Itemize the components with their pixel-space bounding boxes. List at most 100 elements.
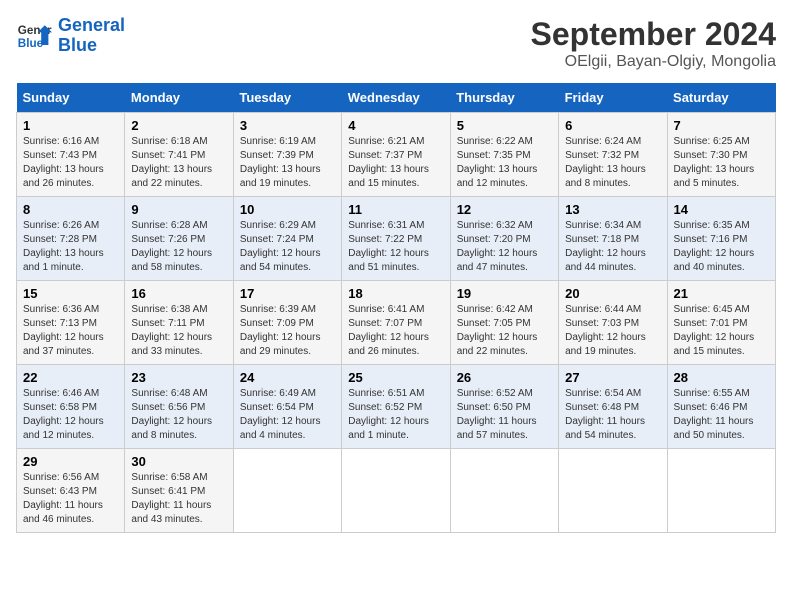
logo-text: GeneralBlue [58,16,125,56]
day-detail: Sunrise: 6:31 AMSunset: 7:22 PMDaylight:… [348,219,443,275]
day-number: 10 [240,202,335,217]
calendar-cell: 12Sunrise: 6:32 AMSunset: 7:20 PMDayligh… [450,197,558,281]
day-detail: Sunrise: 6:52 AMSunset: 6:50 PMDaylight:… [457,387,552,443]
day-number: 15 [23,286,118,301]
page-header: General Blue GeneralBlue September 2024 … [16,16,776,71]
day-detail: Sunrise: 6:42 AMSunset: 7:05 PMDaylight:… [457,303,552,359]
calendar-cell: 3 Sunrise: 6:19 AMSunset: 7:39 PMDaylight… [233,113,341,197]
day-number: 20 [565,286,660,301]
day-number: 19 [457,286,552,301]
calendar-week-row: 29 Sunrise: 6:56 AMSunset: 6:43 PMDayligh… [17,449,776,533]
svg-text:Blue: Blue [18,37,44,50]
calendar-cell: 9Sunrise: 6:28 AMSunset: 7:26 PMDaylight… [125,197,233,281]
calendar-table: SundayMondayTuesdayWednesdayThursdayFrid… [16,83,776,533]
day-number: 2 [131,118,226,133]
calendar-cell: 30 Sunrise: 6:58 AMSunset: 6:41 PMDayligh… [125,449,233,533]
day-detail: Sunrise: 6:26 AMSunset: 7:28 PMDaylight:… [23,219,118,275]
day-header-tuesday: Tuesday [233,83,341,113]
day-header-monday: Monday [125,83,233,113]
day-detail: Sunrise: 6:58 AMSunset: 6:41 PMDaylight:… [131,471,226,527]
calendar-week-row: 15 Sunrise: 6:36 AMSunset: 7:13 PMDayligh… [17,281,776,365]
calendar-cell: 23 Sunrise: 6:48 AMSunset: 6:56 PMDayligh… [125,365,233,449]
day-number: 21 [674,286,769,301]
day-number: 1 [23,118,118,133]
calendar-cell: 13 Sunrise: 6:34 AMSunset: 7:18 PMDayligh… [559,197,667,281]
day-detail: Sunrise: 6:54 AMSunset: 6:48 PMDaylight:… [565,387,660,443]
day-detail: Sunrise: 6:24 AMSunset: 7:32 PMDaylight:… [565,135,660,191]
day-number: 18 [348,286,443,301]
day-number: 11 [348,202,443,217]
day-detail: Sunrise: 6:34 AMSunset: 7:18 PMDaylight:… [565,219,660,275]
day-detail: Sunrise: 6:45 AMSunset: 7:01 PMDaylight:… [674,303,769,359]
day-number: 4 [348,118,443,133]
logo: General Blue GeneralBlue [16,16,125,56]
calendar-cell: 6 Sunrise: 6:24 AMSunset: 7:32 PMDaylight… [559,113,667,197]
calendar-header-row: SundayMondayTuesdayWednesdayThursdayFrid… [17,83,776,113]
calendar-cell: 7 Sunrise: 6:25 AMSunset: 7:30 PMDaylight… [667,113,775,197]
calendar-cell: 1Sunrise: 6:16 AMSunset: 7:43 PMDaylight… [17,113,125,197]
day-detail: Sunrise: 6:22 AMSunset: 7:35 PMDaylight:… [457,135,552,191]
day-number: 6 [565,118,660,133]
day-detail: Sunrise: 6:36 AMSunset: 7:13 PMDaylight:… [23,303,118,359]
day-detail: Sunrise: 6:55 AMSunset: 6:46 PMDaylight:… [674,387,769,443]
day-header-sunday: Sunday [17,83,125,113]
calendar-week-row: 1Sunrise: 6:16 AMSunset: 7:43 PMDaylight… [17,113,776,197]
day-detail: Sunrise: 6:32 AMSunset: 7:20 PMDaylight:… [457,219,552,275]
calendar-cell: 10 Sunrise: 6:29 AMSunset: 7:24 PMDayligh… [233,197,341,281]
day-number: 16 [131,286,226,301]
day-detail: Sunrise: 6:19 AMSunset: 7:39 PMDaylight:… [240,135,335,191]
calendar-cell: 29 Sunrise: 6:56 AMSunset: 6:43 PMDayligh… [17,449,125,533]
day-number: 17 [240,286,335,301]
day-header-saturday: Saturday [667,83,775,113]
day-number: 27 [565,370,660,385]
day-header-friday: Friday [559,83,667,113]
day-detail: Sunrise: 6:48 AMSunset: 6:56 PMDaylight:… [131,387,226,443]
calendar-cell: 2Sunrise: 6:18 AMSunset: 7:41 PMDaylight… [125,113,233,197]
day-detail: Sunrise: 6:21 AMSunset: 7:37 PMDaylight:… [348,135,443,191]
day-number: 29 [23,454,118,469]
calendar-cell [667,449,775,533]
day-header-wednesday: Wednesday [342,83,450,113]
calendar-cell: 14Sunrise: 6:35 AMSunset: 7:16 PMDayligh… [667,197,775,281]
main-title: September 2024 [531,16,776,53]
day-detail: Sunrise: 6:49 AMSunset: 6:54 PMDaylight:… [240,387,335,443]
day-detail: Sunrise: 6:25 AMSunset: 7:30 PMDaylight:… [674,135,769,191]
calendar-cell: 11 Sunrise: 6:31 AMSunset: 7:22 PMDayligh… [342,197,450,281]
day-detail: Sunrise: 6:29 AMSunset: 7:24 PMDaylight:… [240,219,335,275]
calendar-cell: 4 Sunrise: 6:21 AMSunset: 7:37 PMDaylight… [342,113,450,197]
day-detail: Sunrise: 6:39 AMSunset: 7:09 PMDaylight:… [240,303,335,359]
calendar-cell: 22 Sunrise: 6:46 AMSunset: 6:58 PMDayligh… [17,365,125,449]
day-number: 8 [23,202,118,217]
calendar-week-row: 22 Sunrise: 6:46 AMSunset: 6:58 PMDayligh… [17,365,776,449]
day-detail: Sunrise: 6:51 AMSunset: 6:52 PMDaylight:… [348,387,443,443]
day-header-thursday: Thursday [450,83,558,113]
day-detail: Sunrise: 6:56 AMSunset: 6:43 PMDaylight:… [23,471,118,527]
day-number: 28 [674,370,769,385]
calendar-cell [559,449,667,533]
title-block: September 2024 OElgii, Bayan-Olgiy, Mong… [531,16,776,71]
day-number: 23 [131,370,226,385]
calendar-cell: 5 Sunrise: 6:22 AMSunset: 7:35 PMDaylight… [450,113,558,197]
day-number: 14 [674,202,769,217]
logo-icon: General Blue [16,18,52,54]
calendar-cell [233,449,341,533]
calendar-cell [342,449,450,533]
day-detail: Sunrise: 6:46 AMSunset: 6:58 PMDaylight:… [23,387,118,443]
calendar-cell: 16 Sunrise: 6:38 AMSunset: 7:11 PMDayligh… [125,281,233,365]
day-number: 3 [240,118,335,133]
calendar-cell: 19 Sunrise: 6:42 AMSunset: 7:05 PMDayligh… [450,281,558,365]
calendar-cell: 26Sunrise: 6:52 AMSunset: 6:50 PMDayligh… [450,365,558,449]
calendar-cell: 18 Sunrise: 6:41 AMSunset: 7:07 PMDayligh… [342,281,450,365]
day-number: 7 [674,118,769,133]
day-number: 5 [457,118,552,133]
day-detail: Sunrise: 6:41 AMSunset: 7:07 PMDaylight:… [348,303,443,359]
calendar-cell: 27 Sunrise: 6:54 AMSunset: 6:48 PMDayligh… [559,365,667,449]
calendar-cell [450,449,558,533]
day-detail: Sunrise: 6:38 AMSunset: 7:11 PMDaylight:… [131,303,226,359]
day-number: 30 [131,454,226,469]
calendar-cell: 8 Sunrise: 6:26 AMSunset: 7:28 PMDaylight… [17,197,125,281]
day-number: 22 [23,370,118,385]
day-number: 9 [131,202,226,217]
sub-title: OElgii, Bayan-Olgiy, Mongolia [531,53,776,71]
day-number: 13 [565,202,660,217]
